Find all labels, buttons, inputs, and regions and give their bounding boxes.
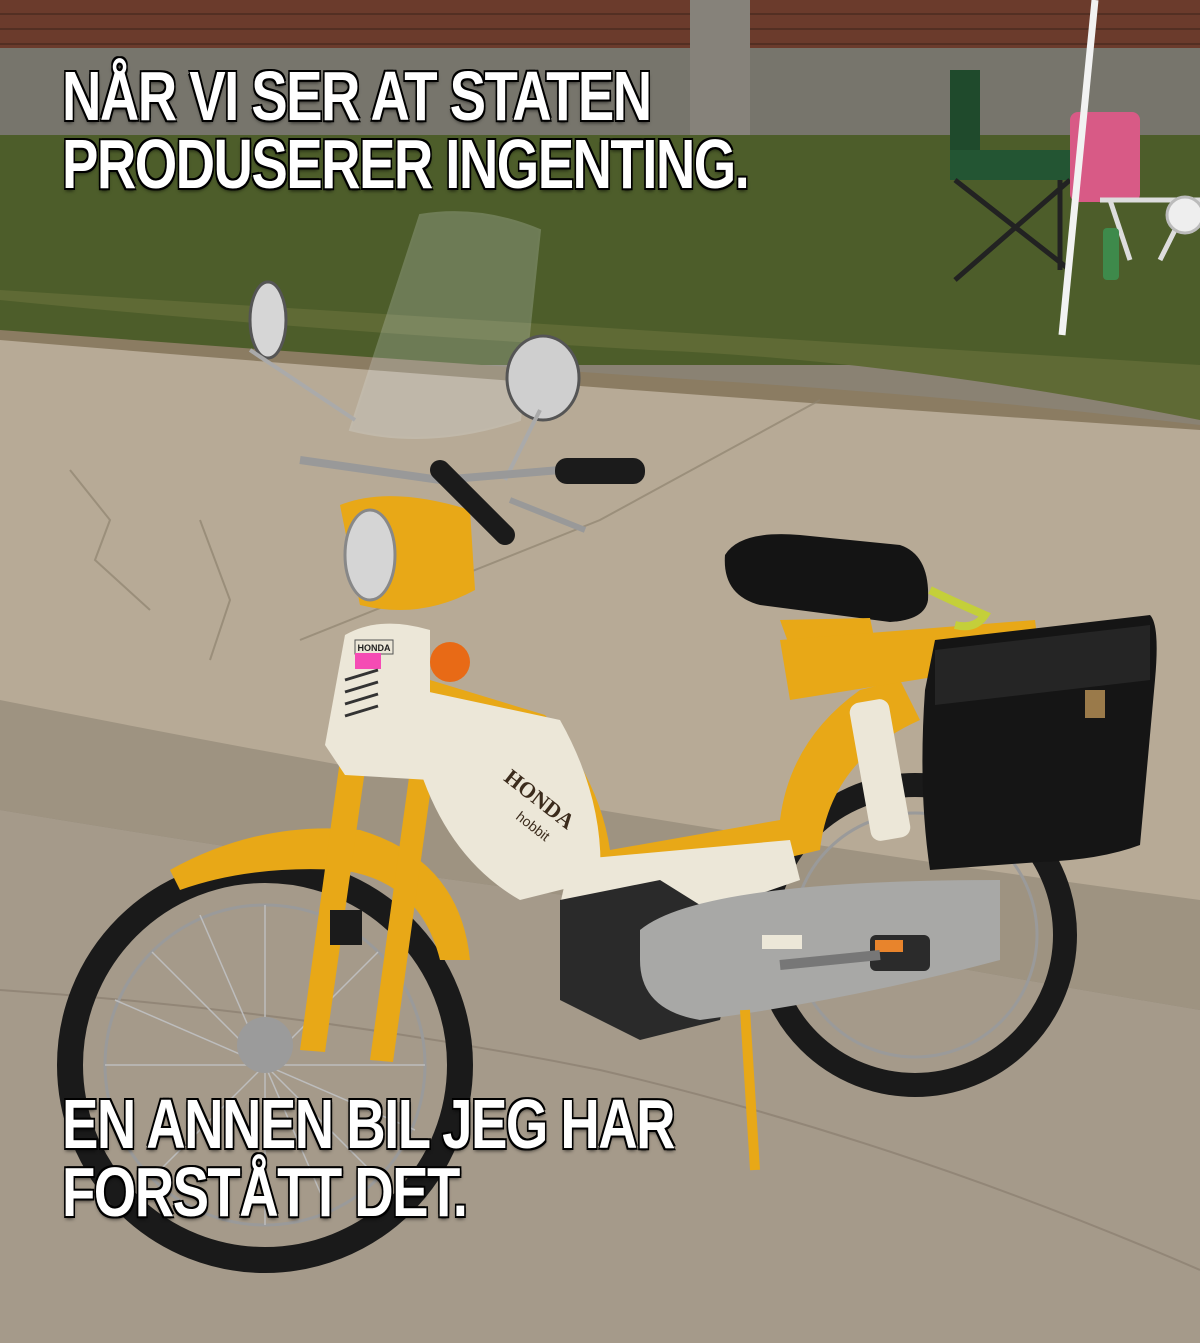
pink-sticker (355, 653, 381, 669)
top-caption-line-1: NÅR VI SER AT STATEN (62, 57, 652, 135)
top-caption: NÅR VI SER AT STATEN PRODUSERER INGENTIN… (62, 57, 750, 203)
right-mirror (505, 334, 581, 422)
headlight (343, 508, 397, 602)
right-grip (555, 458, 645, 484)
fork-badge-text: HONDA (358, 643, 391, 653)
bottom-caption: EN ANNEN BIL JEG HAR FORSTÅTT DET. (62, 1085, 676, 1231)
left-mirror (248, 280, 288, 360)
top-caption-line-2: PRODUSERER INGENTING. (62, 125, 750, 203)
bottom-caption-line-2: FORSTÅTT DET. (62, 1153, 468, 1231)
turn-signal (430, 642, 470, 682)
meme-image: HONDA HONDA hobbit NÅR VI SER AT STATEN … (0, 0, 1200, 1343)
bag-latch (1085, 690, 1105, 718)
bottle (1103, 228, 1119, 280)
bottom-caption-line-1: EN ANNEN BIL JEG HAR (62, 1085, 676, 1163)
